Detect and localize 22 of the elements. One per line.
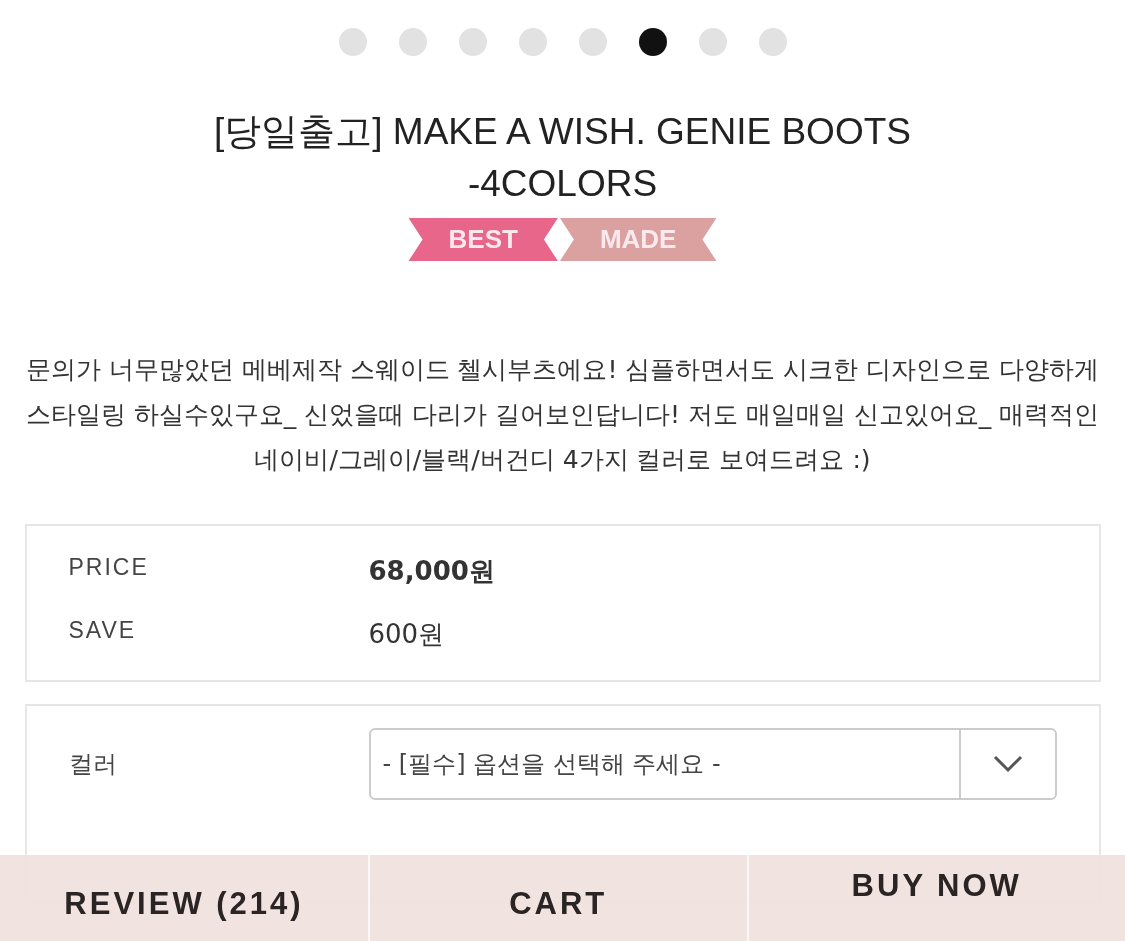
price-label: PRICE [68,554,150,582]
chevron-down-icon [992,755,1023,773]
carousel-dot[interactable] [698,28,727,56]
ribbon-badge: MADE [559,218,717,261]
ribbon-badge: BEST [408,218,558,261]
carousel-dot[interactable] [518,28,547,56]
price-label: SAVE [68,617,138,645]
carousel-dot[interactable] [578,28,607,56]
carousel-dot[interactable] [398,28,427,56]
price-value: 68,000원 [368,555,496,588]
carousel-dot[interactable] [458,28,487,56]
product-description: 문의가 너무많았던 메베제작 스웨이드 첼시부츠에요! 심플하면서도 시크한 디자인으로 다양하게 스타일링 하실수있구요_ 신었을때 다리가 길어보인답니다! 저도 매일매일 신고있어요_ 매력적인 네이비/그레이/블랙/버건디 4가지 컬러로 보여드려요 :) [24,354,1101,476]
price-value: 600원 [368,618,446,651]
carousel-dot[interactable] [638,28,667,56]
action-button[interactable]: BUY NOW [746,855,1125,941]
carousel-dot[interactable] [758,28,787,56]
product-title: [당일출고] MAKE A WISH. GENIE BOOTS -4COLORS [213,110,912,206]
action-button[interactable]: REVIEW (214) [0,855,368,941]
carousel-dot[interactable] [338,28,367,56]
action-button[interactable]: CART [368,855,747,941]
option-label: 컬러 [68,749,118,780]
option-select[interactable]: - [필수] 옵션을 선택해 주세요 - [368,728,1057,800]
